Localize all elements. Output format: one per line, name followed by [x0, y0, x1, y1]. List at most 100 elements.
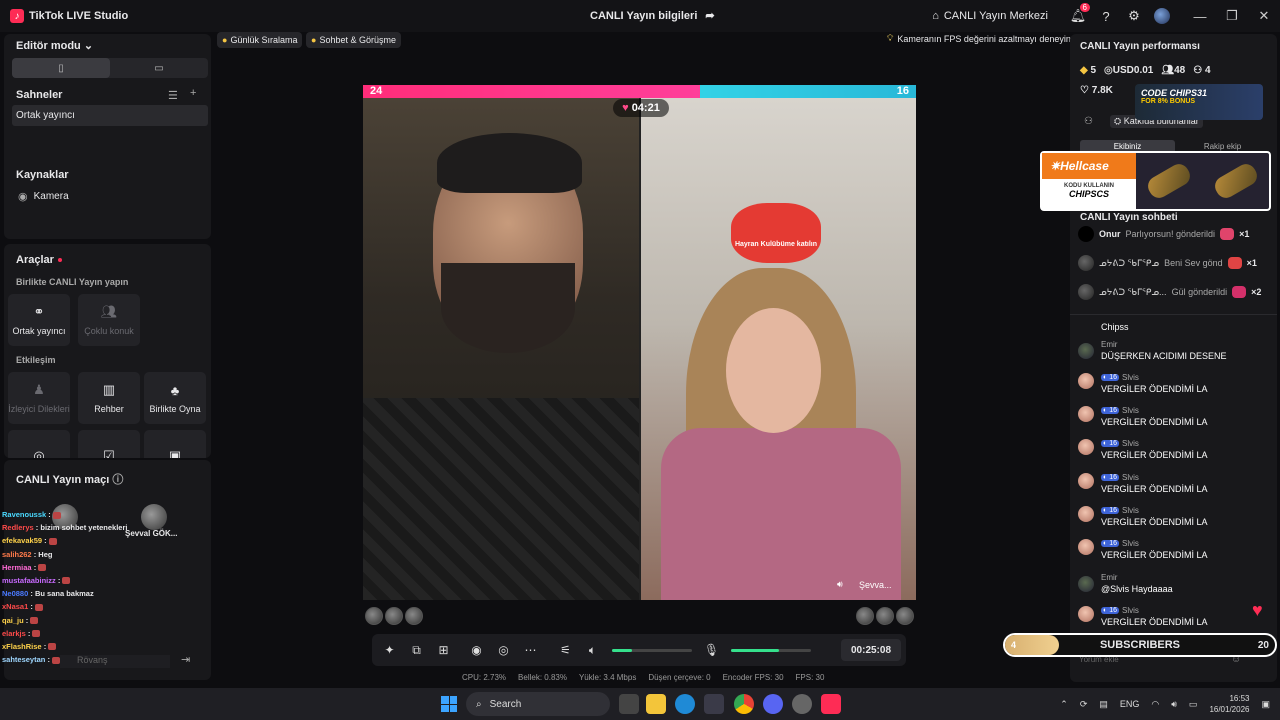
file-explorer-icon[interactable] [646, 694, 666, 714]
battery-icon[interactable]: ▭ [1189, 699, 1198, 710]
comment-input[interactable]: Yorum ekle [1076, 655, 1241, 671]
volume-tray-icon[interactable]: 🔊︎ [1171, 699, 1177, 710]
source-camera[interactable]: ◉ Kamera [18, 190, 69, 203]
discord-icon[interactable] [763, 694, 783, 714]
effects-icon[interactable]: ⧉ [403, 634, 430, 666]
chat-message: Emir DÜŞERKEN ACIDIMI DESENE [1078, 340, 1268, 361]
sync-icon[interactable]: ⟳ [1080, 699, 1088, 710]
chrome-icon[interactable] [734, 694, 754, 714]
subscribers-goal-bar: 4 SUBSCRIBERS 20 [1003, 633, 1277, 657]
control-bar: ✦ ⧉ ⊞ ◉ ◎ ⋯ ⚟ 🔈︎ 🎙︎ 00:25:08 [372, 634, 906, 666]
chat-message: ◐ 16 Slvis VERGİLER ÖDENDİMİ LA [1078, 606, 1268, 627]
profile-avatar[interactable] [1148, 0, 1176, 32]
supporter-avatar[interactable] [365, 607, 383, 625]
magic-wand-icon[interactable]: ✦ [376, 634, 403, 666]
live-center-link[interactable]: ⌂ CANLI Yayın Merkezi [932, 10, 1048, 22]
help-icon[interactable]: ? [1092, 0, 1120, 32]
user-avatar[interactable] [1078, 539, 1094, 555]
tiktok-studio-taskbar-icon[interactable] [821, 694, 841, 714]
supporter-avatar[interactable] [856, 607, 874, 625]
portrait-icon[interactable]: ▯ [12, 58, 110, 78]
chat-meet-chip[interactable]: ● Sohbet & Görüşme [306, 32, 401, 48]
user-avatar[interactable] [1078, 606, 1094, 622]
hellcase-logo: ✷Hellcase [1042, 153, 1136, 179]
search-icon: ⌕ [476, 698, 482, 710]
supporter-avatar[interactable] [385, 607, 403, 625]
cpu-stat: CPU: 2.73% [462, 673, 507, 682]
windows-start-icon[interactable] [441, 696, 457, 712]
guide-tool[interactable]: ▥ Rehber [78, 372, 140, 424]
record-icon[interactable]: ◉ [463, 634, 490, 666]
clock[interactable]: 16:53 16/01/2026 [1209, 693, 1249, 715]
wifi-icon[interactable]: ◠ [1151, 699, 1159, 710]
speaker-icon[interactable]: 🔊︎ [837, 579, 843, 590]
user-avatar[interactable] [1078, 226, 1094, 242]
user-avatar[interactable] [1078, 576, 1094, 592]
minimize-icon[interactable]: — [1184, 0, 1216, 32]
knife-image-1 [1144, 160, 1194, 202]
settings-sliders-icon[interactable]: ⚟ [552, 634, 579, 666]
supporter-avatar[interactable] [405, 607, 423, 625]
extra-tool-1[interactable]: ◎ [8, 430, 70, 458]
mic-slider[interactable] [731, 648, 811, 652]
viewers-stat: 👥︎48 [1161, 65, 1186, 76]
user-avatar[interactable] [1078, 284, 1094, 300]
add-scene-icon[interactable]: + [190, 87, 196, 99]
diamonds-stat: ◆ 5 [1080, 65, 1097, 76]
maximize-icon[interactable]: ❐ [1216, 0, 1248, 32]
level-badge: ◐ 16 [1101, 407, 1119, 414]
scenes-panel: Editör modu ⌄ ▯ ▭ Sahneler ☰ + Ortak yay… [4, 34, 211, 239]
user-avatar[interactable] [1078, 506, 1094, 522]
bell-icon[interactable]: 🔔︎ 6 [1064, 0, 1092, 32]
supporter-avatar[interactable] [876, 607, 894, 625]
link-icon: ⚭ [33, 304, 45, 319]
cohost-tool[interactable]: ⚭ Ortak yayıncı [8, 294, 70, 346]
stream-info-button[interactable]: CANLI Yayın bilgileri ➦ [590, 9, 715, 23]
camera-switch-icon[interactable]: ◎ [490, 634, 517, 666]
user-avatar[interactable] [1078, 255, 1094, 271]
task-view-icon[interactable] [619, 694, 639, 714]
chat-message: ◐ 16 Slvis VERGİLER ÖDENDİMİ LA [1078, 539, 1268, 560]
volume-icon[interactable]: 🔈︎ [579, 634, 606, 666]
battle-timer-value: 04:21 [631, 102, 660, 114]
edge-icon[interactable] [675, 694, 695, 714]
close-icon[interactable]: ✕ [1248, 0, 1280, 32]
user-avatar[interactable] [1078, 343, 1094, 359]
multi-guest-tool[interactable]: 👥︎ Çoklu konuk [78, 294, 140, 346]
store-icon[interactable] [704, 694, 724, 714]
chevron-up-icon[interactable]: ⌃ [1060, 699, 1068, 710]
landscape-icon[interactable]: ▭ [110, 58, 208, 78]
extra-tool-2[interactable]: ☑ [78, 430, 140, 458]
user-avatar[interactable] [1078, 439, 1094, 455]
daily-rank-chip[interactable]: ● Günlük Sıralama [217, 32, 303, 48]
rose-icon [1232, 286, 1247, 298]
editor-mode-dropdown[interactable]: Editör modu ⌄ [16, 39, 93, 52]
promo-code-title: CODE CHIPS31 [1141, 88, 1208, 98]
mic-icon[interactable]: 🎙︎ [698, 634, 725, 666]
exit-icon[interactable]: ⇥ [181, 653, 190, 666]
more-icon[interactable]: ⋯ [517, 634, 544, 666]
user-avatar[interactable] [1078, 473, 1094, 489]
live-preview: Hayran Kulübüme katılın 24 16 ♥ 04:21 🔊︎ [363, 85, 916, 600]
user-avatar[interactable] [1078, 406, 1094, 422]
language-indicator[interactable]: ENG [1120, 699, 1140, 709]
list-icon[interactable]: ☰ [168, 89, 178, 102]
app-icon[interactable] [792, 694, 812, 714]
extra-tool-3[interactable]: ▣ [144, 430, 206, 458]
viewer-wishes-tool[interactable]: ♟ İzleyici Dilekleri [8, 372, 70, 424]
host-camera [363, 98, 639, 600]
score-right: 16 [896, 85, 909, 97]
notification-badge: 6 [1079, 3, 1090, 12]
orientation-toggle[interactable]: ▯ ▭ [12, 58, 208, 78]
rematch-input[interactable]: Rövanş [60, 655, 170, 668]
scene-item-cohost[interactable]: Ortak yayıncı [12, 105, 208, 126]
volume-slider[interactable] [612, 648, 692, 652]
gear-icon[interactable]: ⚙ [1120, 0, 1148, 32]
folder-icon[interactable]: ▤ [1099, 699, 1108, 710]
taskbar-search[interactable]: ⌕ Search [466, 692, 610, 716]
play-together-tool[interactable]: ♣ Birlikte Oyna [144, 372, 206, 424]
notifications-icon[interactable]: ▣ [1261, 699, 1270, 710]
supporter-avatar[interactable] [896, 607, 914, 625]
user-avatar[interactable] [1078, 373, 1094, 389]
layout-icon[interactable]: ⊞ [430, 634, 457, 666]
